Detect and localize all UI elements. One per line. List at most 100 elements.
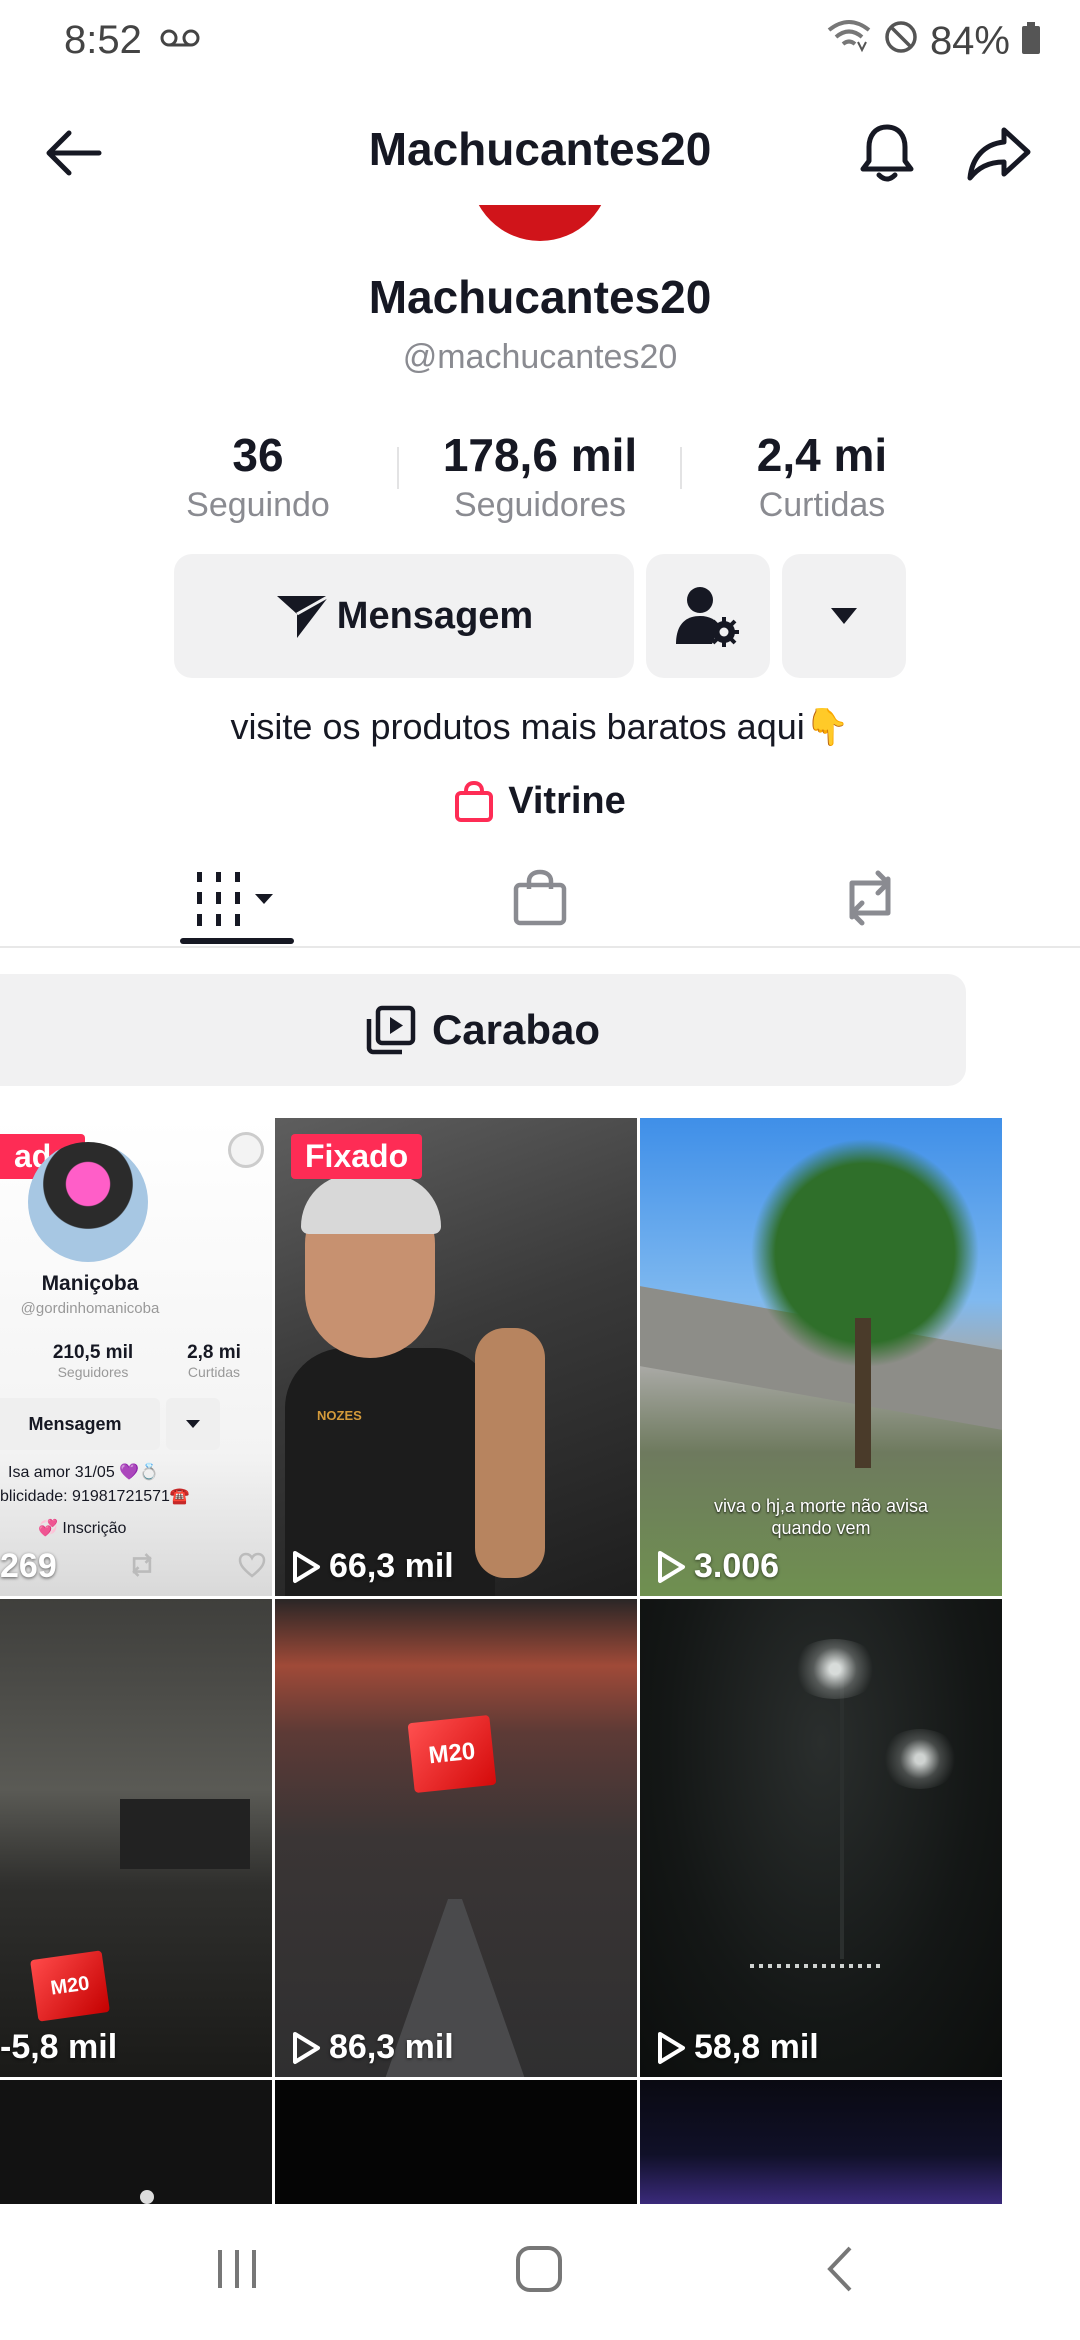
message-button-label: Mensagem	[336, 594, 534, 637]
back-nav-button[interactable]	[822, 2244, 856, 2299]
view-count-label: 269	[0, 1547, 57, 1585]
mini-bio-line: Isa amor 31/05 💜💍	[8, 1464, 160, 1481]
wifi-icon	[826, 18, 872, 64]
m20-logo-text: M20	[49, 1971, 91, 2000]
shopping-bag-icon	[455, 780, 494, 822]
repost-icon	[849, 870, 891, 926]
mini-link: 💞 Inscrição	[38, 1520, 127, 1537]
video-thumbnail[interactable]: 58,8 mil	[640, 1599, 1002, 2077]
mini-message-button: Mensagem	[0, 1398, 160, 1450]
send-icon	[276, 594, 330, 638]
caret-down-icon	[831, 608, 857, 624]
video-thumbnail[interactable]: NOZES Fixado 66,3 mil	[275, 1118, 637, 1596]
system-nav-bar	[0, 2204, 1080, 2340]
video-thumbnail[interactable]: ado Maniçoba @gordinhomanicoba 210,5 mil…	[0, 1118, 272, 1596]
more-options-button[interactable]	[782, 554, 906, 678]
person-cap	[301, 1174, 441, 1234]
view-count: -5,8 mil	[0, 2028, 117, 2067]
bell-icon	[860, 124, 914, 182]
pinned-badge: Fixado	[291, 1134, 423, 1179]
shopping-bag-icon	[513, 869, 567, 926]
mini-name: Maniçoba	[41, 1272, 139, 1295]
tab-shop[interactable]	[440, 850, 640, 946]
profile-handle: @machucantes20	[402, 338, 678, 376]
stat-divider	[397, 447, 399, 489]
mini-avatar	[28, 1142, 148, 1262]
active-tab-indicator	[180, 938, 294, 944]
view-count-label: 66,3 mil	[329, 1547, 454, 1585]
lamp-glow	[880, 1729, 960, 1789]
view-count: 86,3 mil	[291, 2028, 454, 2067]
video-thumbnail[interactable]	[640, 2080, 1002, 2204]
video-thumbnail[interactable]: M20 86,3 mil	[275, 1599, 637, 2077]
video-thumbnail[interactable]: M20 -5,8 mil	[0, 1599, 272, 2077]
mini-stat-label: Seguidores	[57, 1364, 129, 1380]
profile-name: Machucantes20	[368, 271, 712, 323]
content-tabs	[0, 850, 1080, 948]
status-right: 84%	[826, 18, 1040, 64]
heart-icon	[238, 1552, 266, 1583]
user-settings-icon	[676, 587, 739, 647]
profile-bio: visite os produtos mais baratos aqui👇	[230, 706, 850, 747]
showcase-link[interactable]: Vitrine	[0, 780, 1080, 823]
playlist-label: Carabao	[431, 1006, 601, 1053]
stat-divider	[680, 447, 682, 489]
person-arm	[475, 1328, 545, 1578]
status-bar: 8:52 84%	[0, 0, 1080, 84]
stat-value: 36	[232, 429, 284, 481]
lamp-post	[840, 1659, 844, 1959]
manage-follow-button[interactable]	[646, 554, 770, 678]
avatar[interactable]	[470, 205, 610, 241]
stat-following[interactable]: 36 Seguindo	[128, 428, 388, 525]
tab-videos[interactable]	[138, 850, 338, 946]
building	[120, 1799, 250, 1869]
mini-badge-icon	[228, 1132, 264, 1168]
message-button[interactable]: Mensagem	[174, 554, 634, 678]
home-button[interactable]	[514, 2244, 564, 2299]
stat-likes[interactable]: 2,4 mi Curtidas	[692, 428, 952, 525]
share-arrow-icon	[967, 127, 1031, 181]
stat-label: Seguidores	[453, 486, 626, 524]
video-thumbnail[interactable]	[0, 2080, 272, 2204]
light-dot	[140, 2190, 154, 2204]
chevron-left-icon	[827, 2246, 852, 2292]
mini-handle: @gordinhomanicoba	[20, 1300, 160, 1317]
mini-stat-value: 2,8 mi	[187, 1342, 241, 1363]
stat-followers[interactable]: 178,6 mil Seguidores	[410, 428, 670, 525]
view-count-label: 86,3 mil	[329, 2028, 454, 2066]
view-count-label: 58,8 mil	[694, 2028, 819, 2066]
share-button[interactable]	[954, 108, 1044, 198]
video-caption: quando vem	[771, 1518, 871, 1538]
play-icon	[293, 1550, 320, 1583]
video-thumbnail[interactable]: viva o hj,a morte não avisa quando vem 3…	[640, 1118, 1002, 1596]
tree-trunk	[855, 1318, 871, 1468]
mini-message-label: Mensagem	[28, 1413, 122, 1434]
recent-apps-icon	[218, 2250, 256, 2288]
notifications-button[interactable]	[842, 108, 932, 198]
do-not-disturb-icon	[884, 19, 918, 64]
mini-stat-followers: 210,5 mil Seguidores	[38, 1342, 148, 1380]
tab-reposts[interactable]	[770, 850, 970, 946]
stat-label: Curtidas	[758, 486, 886, 524]
video-thumbnail[interactable]	[275, 2080, 637, 2204]
battery-icon	[1022, 19, 1040, 64]
caret-down-icon	[186, 1420, 200, 1428]
showcase-label: Vitrine	[508, 780, 626, 822]
status-time: 8:52	[64, 18, 142, 62]
m20-logo-text: M20	[427, 1737, 477, 1770]
view-count-label: -5,8 mil	[0, 2028, 118, 2066]
stat-value: 2,4 mi	[756, 429, 888, 481]
m20-logo: M20	[407, 1714, 497, 1794]
play-icon	[293, 2031, 320, 2064]
recent-apps-button[interactable]	[214, 2244, 260, 2299]
shirt-text: NOZES	[317, 1408, 362, 1423]
playlist-icon	[366, 1005, 416, 1055]
video-grid-icon	[197, 872, 273, 926]
video-caption: viva o hj,a morte não avisa	[713, 1496, 929, 1516]
mini-stat-value: 210,5 mil	[52, 1342, 134, 1363]
playlist-button[interactable]: Carabao	[0, 974, 966, 1086]
stat-label: Seguindo	[186, 486, 330, 524]
street-lights-row	[750, 1964, 880, 1968]
m20-logo: M20	[30, 1950, 110, 2022]
voicemail-icon	[160, 28, 200, 53]
